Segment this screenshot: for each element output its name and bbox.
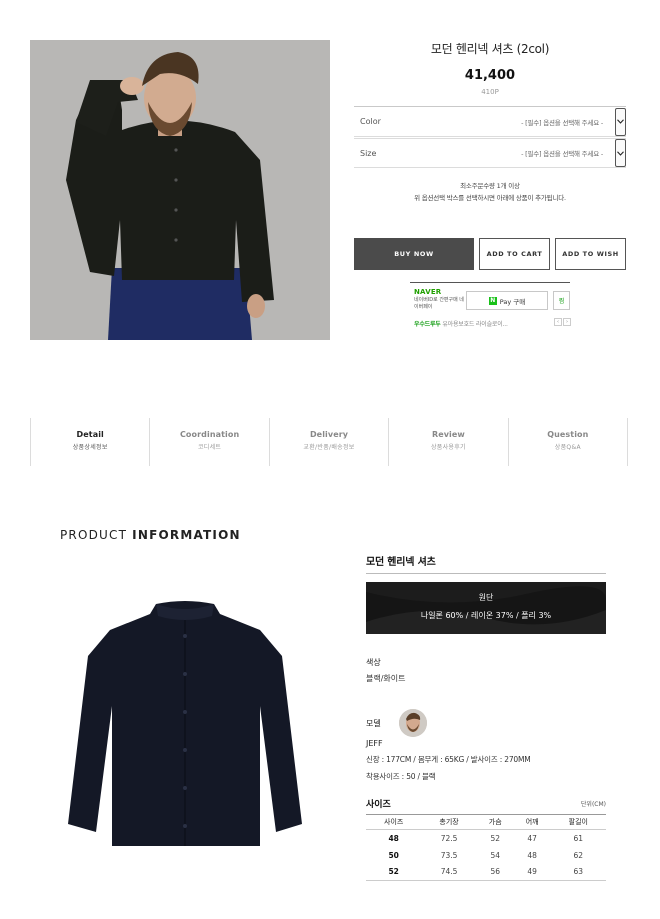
color-label: 색상 xyxy=(366,658,381,667)
chevron-down-icon[interactable] xyxy=(615,107,626,136)
size-cell: 52 xyxy=(490,833,500,843)
tab-title: Delivery xyxy=(309,430,349,439)
naver-pay-label: Pay 구매 xyxy=(499,297,526,306)
model-photo xyxy=(30,40,330,340)
section-title-light: PRODUCT xyxy=(60,528,128,542)
naver-description: 네이버ID로 간편구매 네이버페이 xyxy=(414,297,464,310)
table-row: 50 73.5 54 48 62 xyxy=(366,847,606,864)
size-header-cell: 사이즈 xyxy=(366,814,422,830)
tab-detail[interactable]: Detail 상품상세정보 xyxy=(31,418,151,466)
color-select-placeholder: - [필수] 옵션을 선택해 주세요 - xyxy=(521,118,603,127)
size-cell: 49 xyxy=(513,863,551,881)
size-header-cell: 팔길이 xyxy=(550,814,606,830)
tab-delivery[interactable]: Delivery 교환/반품/배송정보 xyxy=(270,418,390,466)
tab-coordination[interactable]: Coordination 코디세트 xyxy=(150,418,270,466)
tab-title: Review xyxy=(431,430,465,439)
avatar xyxy=(398,709,427,737)
model-measurements: 신장 : 177CM / 몸무게 : 65KG / 발사이즈 : 270MM xyxy=(366,755,531,764)
size-cell: 73.5 xyxy=(440,850,458,860)
fabric-title: 원단 xyxy=(478,593,494,602)
section-title-bold: INFORMATION xyxy=(132,528,241,542)
size-select[interactable]: - [필수] 옵션을 선택해 주세요 - xyxy=(474,139,626,167)
size-cell: 47 xyxy=(527,833,537,843)
size-cell: 74.5 xyxy=(421,863,477,881)
size-header-cell: 어깨 xyxy=(513,814,551,830)
tab-subtitle: 교환/반품/배송정보 xyxy=(303,444,355,451)
tab-subtitle: 상품상세정보 xyxy=(72,444,108,451)
option-table: Color - [필수] 옵션을 선택해 주세요 - Size - [필수] 옵… xyxy=(354,106,626,168)
tab-title: Question xyxy=(547,430,589,439)
option-row-color: Color - [필수] 옵션을 선택해 주세요 - xyxy=(354,107,626,137)
size-cell: 61 xyxy=(573,833,584,843)
size-unit: 단위(CM) xyxy=(580,801,606,808)
option-guide-text: 위 옵션선택 박스를 선택하시면 아래에 상품이 추가됩니다. xyxy=(414,194,566,202)
fabric-texture xyxy=(366,582,606,634)
size-select-placeholder: - [필수] 옵션을 선택해 주세요 - xyxy=(521,150,603,158)
naver-event-desc: 유아용보호드 라이슬로이... xyxy=(442,321,508,328)
model-label: 모델 xyxy=(366,718,381,728)
color-select[interactable]: - [필수] 옵션을 선택해 주세요 - xyxy=(474,107,626,136)
naver-zzim-button[interactable]: 찜 xyxy=(553,291,570,310)
tab-title: Detail xyxy=(76,430,104,439)
naver-event-pager: ‹ › xyxy=(554,318,571,326)
tab-review[interactable]: Review 상품사용후기 xyxy=(389,418,509,466)
size-cell: 48 xyxy=(388,833,399,843)
purchase-panel: 모던 헨리넥 셔츠 (2col) 41,400 410P Color - [필수… xyxy=(354,38,626,328)
detail-tabs: Detail 상품상세정보 Coordination 코디세트 Delivery… xyxy=(30,418,629,466)
size-cell: 52 xyxy=(366,863,422,881)
product-point: 410P xyxy=(481,88,499,96)
color-value: 블랙/화이트 xyxy=(366,674,406,683)
naver-event-text[interactable]: 우수드루두 유아용보호드 라이슬로이... xyxy=(414,319,508,328)
product-detail-panel: 모던 헨리넥 셔츠 원단 나일론 60% / 레이온 37% / 폴리 3% 색… xyxy=(366,553,606,881)
tab-question[interactable]: Question 상품Q&A xyxy=(509,418,629,466)
section-title: PRODUCT INFORMATION xyxy=(60,528,241,542)
size-table-header: 사이즈 총기장 가슴 어깨 팔길이 xyxy=(366,814,606,830)
add-to-wish-button[interactable]: ADD TO WISH xyxy=(555,238,626,270)
size-header-cell: 가슴 xyxy=(476,814,514,830)
naver-n-icon: N xyxy=(488,296,497,305)
add-to-cart-button[interactable]: ADD TO CART xyxy=(479,238,550,270)
size-cell: 72.5 xyxy=(440,833,458,843)
naver-event-label: 우수드루두 xyxy=(414,321,441,328)
size-cell: 62 xyxy=(573,850,584,860)
product-price: 41,400 xyxy=(464,68,516,83)
naver-logo: NAVER xyxy=(414,288,442,296)
chevron-left-icon[interactable]: ‹ xyxy=(554,318,562,326)
tab-subtitle: 상품Q&A xyxy=(554,444,581,451)
product-main-image[interactable] xyxy=(30,40,330,340)
size-table: 사이즈 총기장 가슴 어깨 팔길이 48 72.5 52 47 61 50 73… xyxy=(366,814,606,881)
tab-subtitle: 상품사용후기 xyxy=(430,444,466,451)
option-row-size: Size - [필수] 옵션을 선택해 주세요 - xyxy=(354,138,626,168)
product-name: 모던 헨리넥 셔츠 (2col) xyxy=(430,42,550,56)
action-buttons: BUY NOW ADD TO CART ADD TO WISH xyxy=(354,238,626,270)
option-label-size: Size xyxy=(360,148,377,158)
model-wearing-size: 착용사이즈 : 50 / 블랙 xyxy=(366,772,436,781)
size-cell: 50 xyxy=(388,850,399,860)
option-label-color: Color xyxy=(360,117,381,126)
naver-pay-button[interactable]: N Pay 구매 xyxy=(466,291,548,310)
size-cell: 56 xyxy=(476,863,514,881)
chevron-down-icon[interactable] xyxy=(615,139,626,167)
naver-pay-box: NAVER 네이버ID로 간편구매 네이버페이 N Pay 구매 찜 우수드루두… xyxy=(410,282,571,330)
product-flat-image xyxy=(60,596,310,856)
tab-subtitle: 코디세트 xyxy=(197,444,222,451)
detail-product-name: 모던 헨리넥 셔츠 xyxy=(366,553,606,574)
size-cell: 63 xyxy=(550,863,606,881)
color-info: 색상 블랙/화이트 xyxy=(366,657,406,684)
size-header-cell: 총기장 xyxy=(421,814,477,830)
size-cell: 54 xyxy=(490,850,500,860)
model-name: JEFF xyxy=(366,739,383,748)
table-row: 52 74.5 56 49 63 xyxy=(366,863,606,881)
size-title: 사이즈 xyxy=(366,800,391,810)
buy-now-button[interactable]: BUY NOW xyxy=(354,238,474,270)
chevron-right-icon[interactable]: › xyxy=(563,318,571,326)
tab-title: Coordination xyxy=(179,430,240,439)
model-info: 모델 JEFF 신장 : 177CM / 몸무게 : 65KG / 발사이즈 :… xyxy=(366,709,606,782)
min-quantity-text: 최소주문수량 1개 이상 xyxy=(460,182,520,190)
order-note: 최소주문수량 1개 이상 위 옵션선택 박스를 선택하시면 아래에 상품이 추가… xyxy=(354,180,626,204)
table-row: 48 72.5 52 47 61 xyxy=(366,830,606,847)
size-cell: 48 xyxy=(527,850,537,860)
fabric-composition: 나일론 60% / 레이온 37% / 폴리 3% xyxy=(420,611,552,620)
fabric-banner: 원단 나일론 60% / 레이온 37% / 폴리 3% xyxy=(366,582,606,634)
